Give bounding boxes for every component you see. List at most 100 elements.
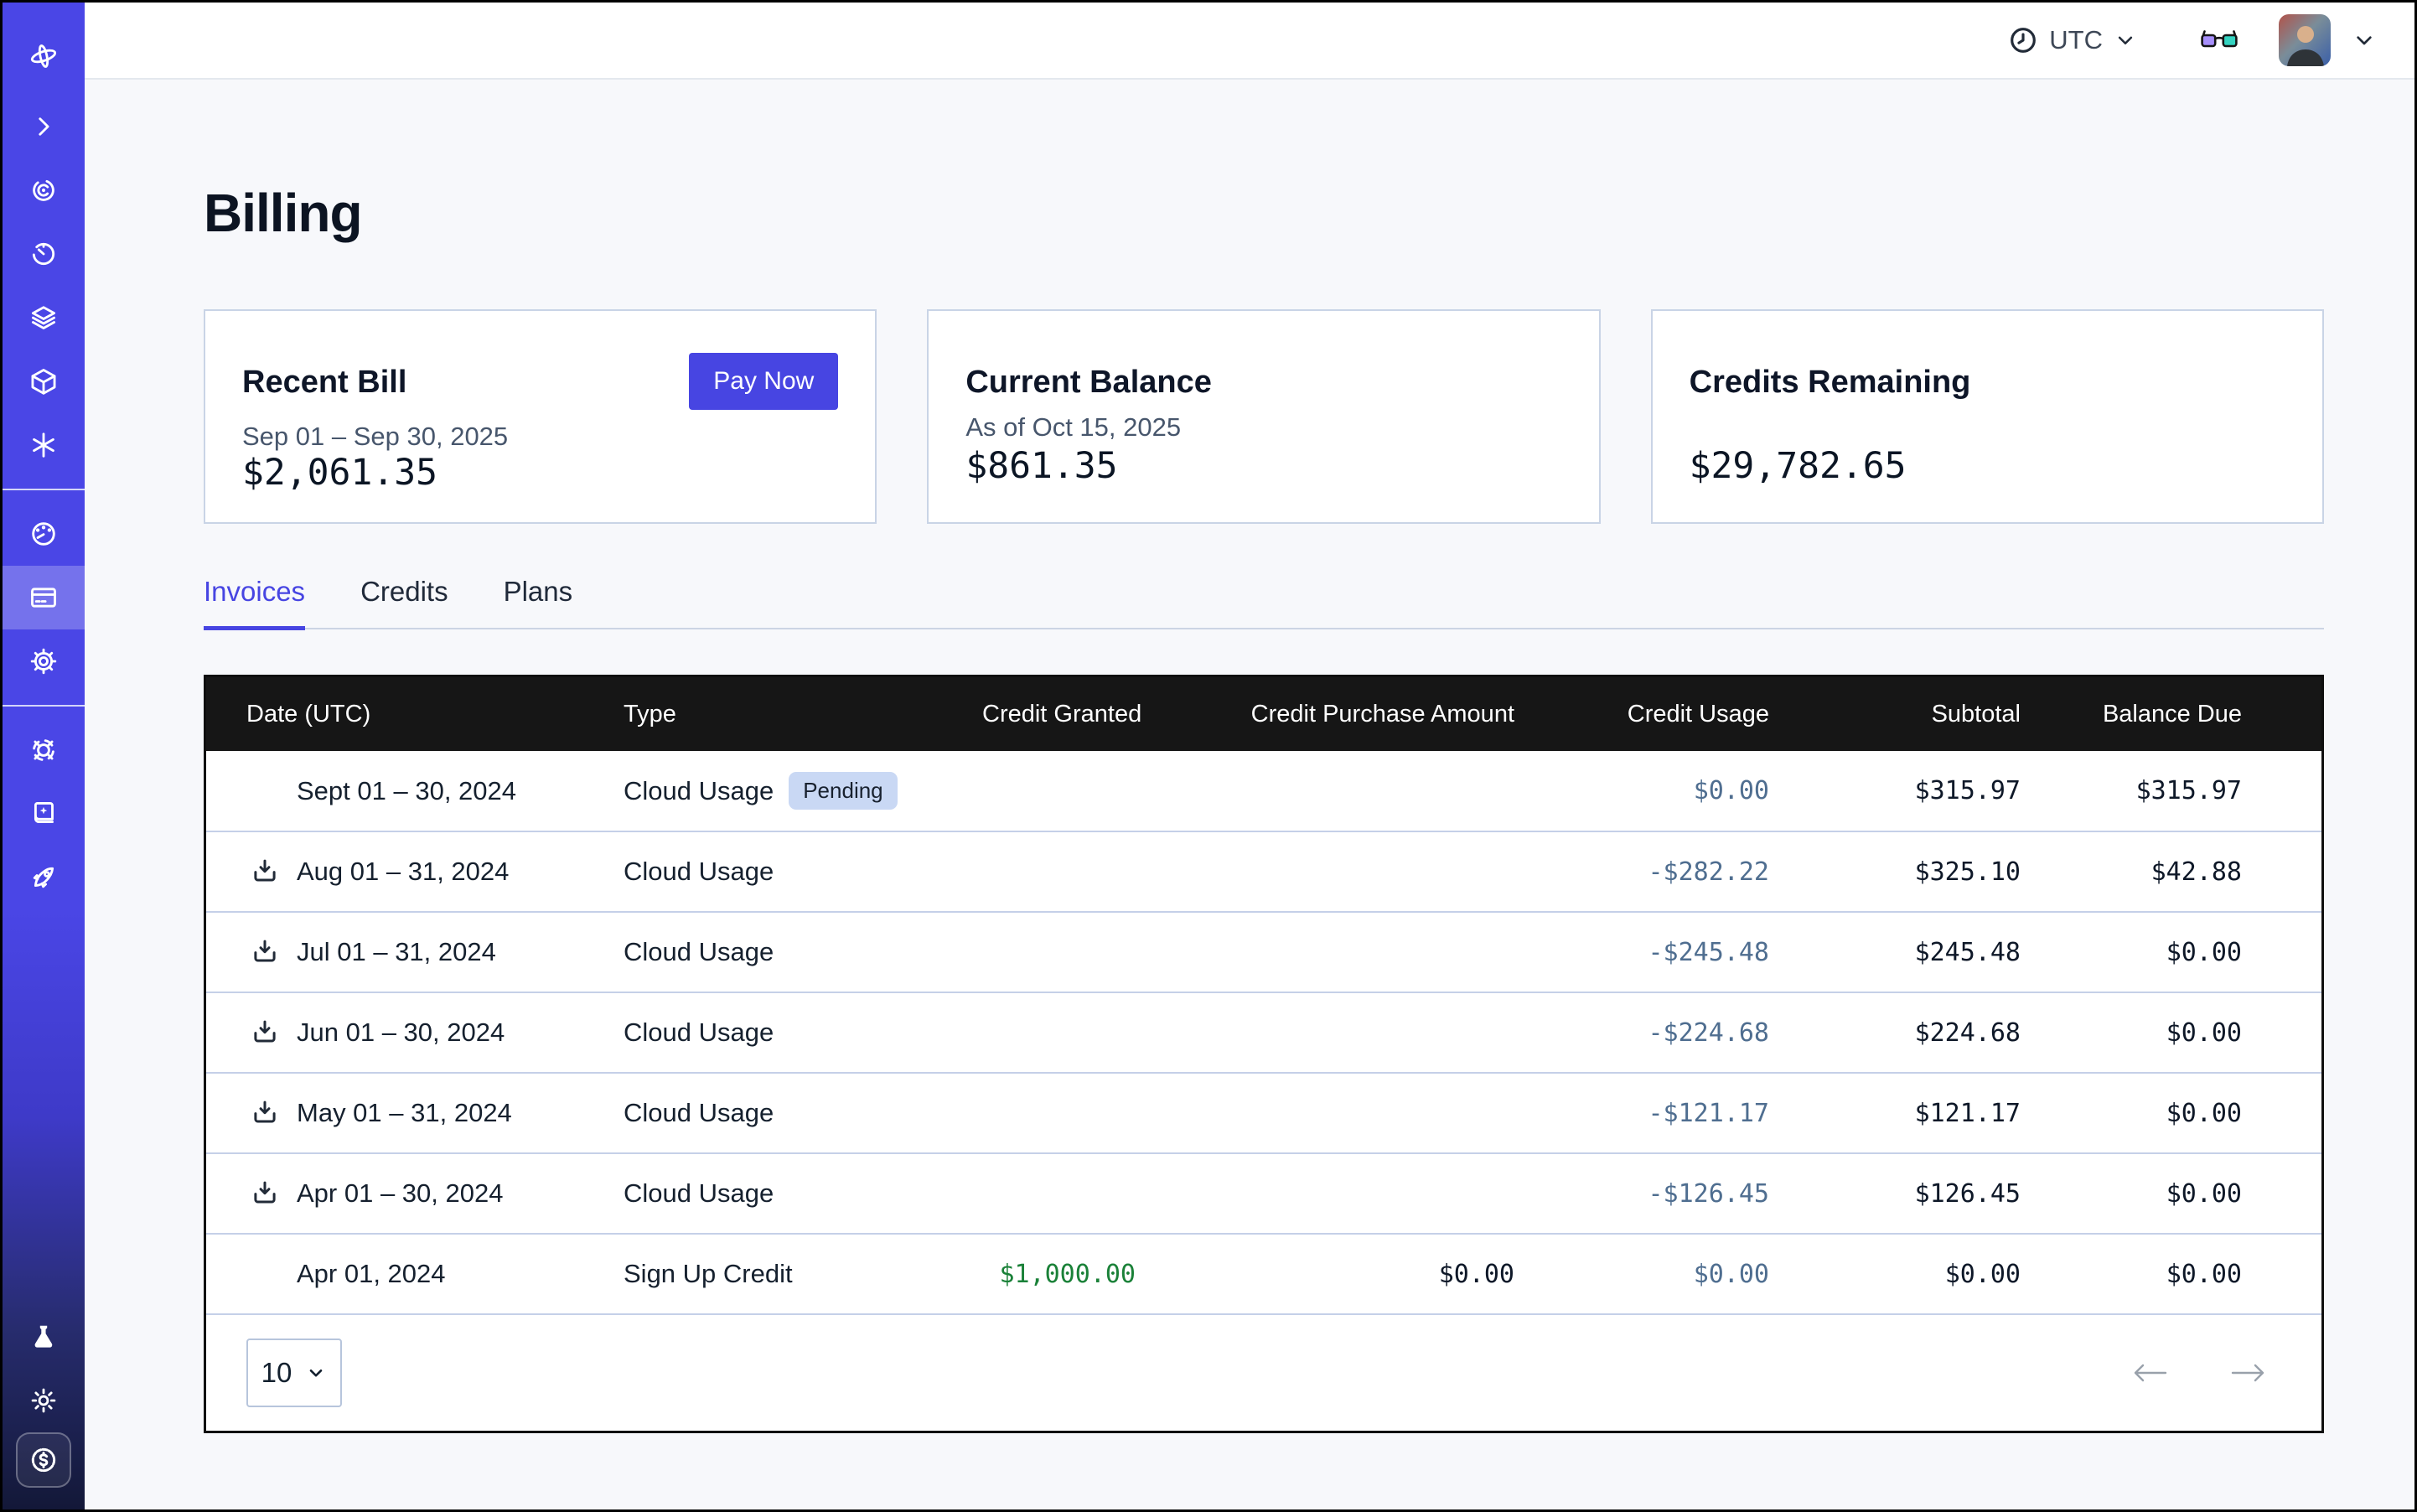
download-invoice-button[interactable]: [250, 937, 280, 967]
current-balance-card: Current Balance As of Oct 15, 2025 $861.…: [927, 309, 1600, 524]
timer-icon[interactable]: [3, 222, 85, 286]
chevron-down-icon: [2113, 28, 2138, 53]
cube-icon[interactable]: [3, 350, 85, 413]
user-avatar[interactable]: [2279, 14, 2331, 66]
helm-wheel-icon[interactable]: [3, 718, 85, 782]
credit-purchase-cell: $0.00: [1156, 1234, 1535, 1314]
subtotal-cell: $0.00: [1789, 1234, 2041, 1314]
table-row: Apr 01 – 30, 2024 Cloud Usage -$126.45 $…: [206, 1153, 2321, 1234]
page-size-select[interactable]: 10: [246, 1339, 342, 1407]
sidebar-divider: [3, 705, 85, 707]
download-invoice-button[interactable]: [250, 1178, 280, 1209]
content: Billing Recent Bill Pay Now Sep 01 – Sep…: [85, 80, 2414, 1509]
credit-purchase-cell: [1156, 992, 1535, 1073]
summary-cards: Recent Bill Pay Now Sep 01 – Sep 30, 202…: [204, 309, 2324, 524]
credit-purchase-cell: [1156, 751, 1535, 831]
book-sparkles-icon[interactable]: [3, 782, 85, 846]
credit-granted-cell: [982, 831, 1156, 912]
balance-due-cell: $42.88: [2041, 831, 2321, 912]
previous-page-button[interactable]: [2130, 1360, 2169, 1385]
credit-granted-cell: [982, 751, 1156, 831]
invoice-date: Jul 01 – 31, 2024: [297, 937, 496, 967]
main-area: UTC: [85, 3, 2414, 1509]
sidebar-divider: [3, 489, 85, 490]
table-row: Sept 01 – 30, 2024 Cloud UsagePending $0…: [206, 751, 2321, 831]
invoice-date: Jun 01 – 30, 2024: [297, 1017, 505, 1048]
subtotal-cell: $126.45: [1789, 1153, 2041, 1234]
column-header: Subtotal: [1789, 677, 2041, 751]
invoice-date: Sept 01 – 30, 2024: [297, 776, 516, 806]
invoice-date: Aug 01 – 31, 2024: [297, 857, 509, 887]
sidebar: [3, 3, 85, 1509]
subtotal-cell: $325.10: [1789, 831, 2041, 912]
table-row: May 01 – 31, 2024 Cloud Usage -$121.17 $…: [206, 1073, 2321, 1153]
gear-icon[interactable]: [3, 629, 85, 693]
flask-icon[interactable]: [3, 1305, 85, 1369]
subtotal-cell: $315.97: [1789, 751, 2041, 831]
dollar-seal-button[interactable]: [16, 1432, 71, 1488]
invoice-date: Apr 01 – 30, 2024: [297, 1178, 503, 1209]
glasses-icon[interactable]: [2200, 28, 2238, 53]
recent-bill-card: Recent Bill Pay Now Sep 01 – Sep 30, 202…: [204, 309, 877, 524]
credit-usage-cell: -$224.68: [1535, 992, 1789, 1073]
column-header: Balance Due: [2041, 677, 2321, 751]
pay-now-button[interactable]: Pay Now: [689, 353, 838, 410]
credit-usage-cell: -$121.17: [1535, 1073, 1789, 1153]
table-footer: 10: [206, 1315, 2321, 1431]
column-header: Credit Usage: [1535, 677, 1789, 751]
credits-remaining-amount: $29,782.65: [1690, 445, 2285, 487]
credit-purchase-cell: [1156, 831, 1535, 912]
billing-page: UTC: [0, 0, 2417, 1512]
credit-usage-cell: $0.00: [1535, 751, 1789, 831]
balance-due-cell: $0.00: [2041, 992, 2321, 1073]
subtotal-cell: $121.17: [1789, 1073, 2041, 1153]
logo-orbit-icon[interactable]: [3, 24, 85, 88]
timezone-label: UTC: [2049, 25, 2103, 55]
balance-due-cell: $0.00: [2041, 1153, 2321, 1234]
tab-credits[interactable]: Credits: [360, 576, 448, 628]
asterisk-icon[interactable]: [3, 413, 85, 477]
download-invoice-button[interactable]: [250, 1017, 280, 1048]
column-header: Credit Granted: [982, 677, 1156, 751]
rocket-icon[interactable]: [3, 846, 85, 909]
column-header: Date (UTC): [206, 677, 624, 751]
tab-plans[interactable]: Plans: [504, 576, 573, 628]
gauge-icon[interactable]: [3, 502, 85, 566]
next-page-button[interactable]: [2229, 1360, 2268, 1385]
spiral-scan-icon[interactable]: [3, 158, 85, 222]
credit-granted-cell: $1,000.00: [982, 1234, 1156, 1314]
sidebar-item-billing[interactable]: [3, 566, 85, 629]
invoice-table-header-row: Date (UTC)TypeCredit GrantedCredit Purch…: [206, 677, 2321, 751]
balance-due-cell: $315.97: [2041, 751, 2321, 831]
credit-purchase-cell: [1156, 1153, 1535, 1234]
credit-granted-cell: [982, 912, 1156, 992]
credits-remaining-card: Credits Remaining $29,782.65: [1651, 309, 2324, 524]
page-title: Billing: [204, 182, 2324, 244]
table-row: Aug 01 – 31, 2024 Cloud Usage -$282.22 $…: [206, 831, 2321, 912]
invoice-type: Cloud Usage: [624, 857, 774, 886]
account-menu-chevron-icon[interactable]: [2351, 27, 2378, 54]
table-row: Apr 01, 2024 Sign Up Credit $1,000.00 $0…: [206, 1234, 2321, 1314]
recent-bill-amount: $2,061.35: [242, 452, 838, 494]
balance-due-cell: $0.00: [2041, 1073, 2321, 1153]
sun-icon[interactable]: [3, 1369, 85, 1432]
current-balance-amount: $861.35: [965, 445, 1561, 487]
collapse-chevron-right-icon[interactable]: [3, 95, 85, 158]
invoice-date: May 01 – 31, 2024: [297, 1098, 512, 1128]
invoice-type: Cloud Usage: [624, 1098, 774, 1127]
invoice-type: Cloud Usage: [624, 776, 774, 805]
timezone-selector[interactable]: UTC: [2007, 24, 2138, 56]
invoice-type: Sign Up Credit: [624, 1259, 793, 1288]
column-header: Credit Purchase Amount: [1156, 677, 1535, 751]
card-subtitle: As of Oct 15, 2025: [965, 412, 1561, 443]
card-title: Credits Remaining: [1690, 365, 1971, 401]
balance-due-cell: $0.00: [2041, 912, 2321, 992]
download-invoice-button[interactable]: [250, 857, 280, 887]
credit-usage-cell: -$126.45: [1535, 1153, 1789, 1234]
chevron-down-icon: [305, 1362, 327, 1384]
tab-invoices[interactable]: Invoices: [204, 576, 305, 630]
credit-usage-cell: -$245.48: [1535, 912, 1789, 992]
clock-icon: [2007, 24, 2039, 56]
layers-icon[interactable]: [3, 286, 85, 350]
download-invoice-button[interactable]: [250, 1098, 280, 1128]
